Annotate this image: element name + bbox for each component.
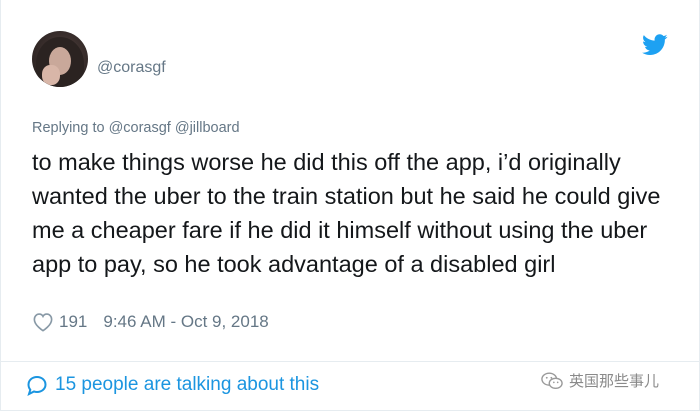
tweet-timestamp[interactable]: 9:46 AM - Oct 9, 2018 [103,312,268,332]
talking-about-text: 15 people are talking about this [55,374,320,395]
wechat-icon [541,372,563,389]
wechat-watermark: 英国那些事儿 [541,370,659,391]
tweet-text: to make things worse he did this off the… [32,149,661,277]
avatar[interactable] [32,31,88,87]
heart-icon[interactable] [32,312,54,332]
watermark-text: 英国那些事儿 [569,373,660,390]
footer-divider [1,361,699,362]
speech-bubble-icon [27,375,47,396]
twitter-bird-icon[interactable] [642,34,668,56]
replying-to-line[interactable]: Replying to @corasgf @jillboard [32,120,240,136]
user-handle[interactable]: @corasgf [97,59,166,77]
like-count[interactable]: 191 [59,312,87,332]
embedded-tweet-card: @corasgf Replying to @corasgf @jillboard… [0,0,700,411]
tweet-meta: 191 9:46 AM - Oct 9, 2018 [32,312,269,332]
talking-about-link[interactable]: 15 people are talking about this [25,374,319,396]
avatar-hand [42,65,60,85]
